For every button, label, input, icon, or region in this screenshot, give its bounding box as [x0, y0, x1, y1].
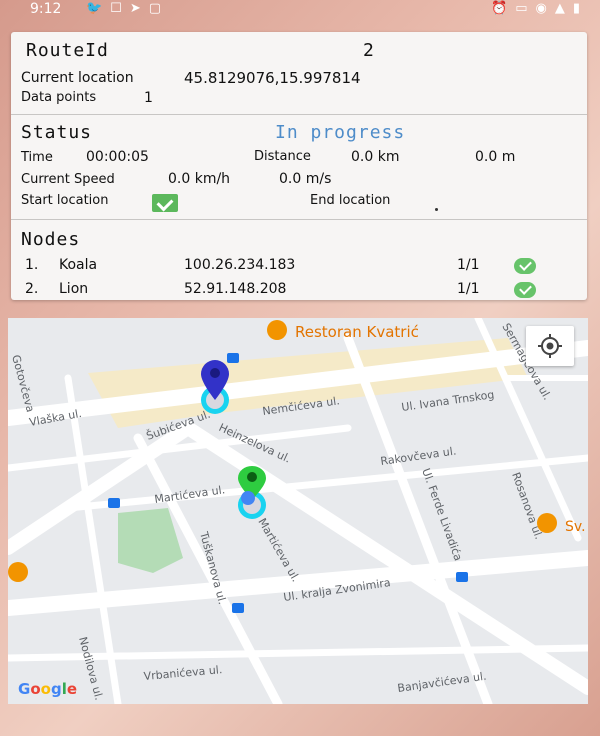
node-1-check-icon — [514, 258, 536, 274]
data-points-label: Data points — [21, 90, 97, 105]
street-vrbaniceva: Vrbanićeva ul. — [143, 663, 223, 683]
current-location-value: 45.8129076,15.997814 — [184, 69, 361, 87]
poi-sv[interactable]: Sv. — [565, 519, 586, 535]
nodes-title: Nodes — [21, 229, 81, 250]
notification-icons: 🐦☐➤▢ — [86, 1, 170, 16]
node-2-name: Lion — [59, 281, 89, 297]
status-state: In progress — [275, 122, 406, 143]
restaurant-icon[interactable] — [267, 320, 287, 340]
time-label: Time — [21, 150, 53, 165]
street-ivana: Ul. Ivana Trnskog — [401, 388, 496, 414]
system-icons: ⏰▭◉▲▮ — [491, 1, 588, 16]
street-banjavciceva: Banjavčićeva ul. — [397, 670, 488, 695]
start-location-label: Start location — [21, 193, 109, 208]
poi-restaurant[interactable]: Restoran Kvatrić — [295, 323, 419, 341]
distance-label: Distance — [254, 149, 311, 164]
restaurant-icon[interactable] — [8, 562, 28, 582]
node-1-num: 1. — [25, 257, 39, 273]
divider — [11, 114, 587, 115]
node-2-check-icon — [514, 282, 536, 298]
shop-icon[interactable] — [456, 572, 468, 582]
map-canvas[interactable]: Restoran Kvatrić Sv. Vlaška ul. Šubićeva… — [8, 318, 588, 704]
node-1-name: Koala — [59, 257, 98, 273]
end-location-label: End location — [310, 193, 391, 208]
distance-m: 0.0 m — [475, 149, 516, 165]
crosshair-icon — [538, 334, 562, 358]
node-2-num: 2. — [25, 281, 39, 297]
divider — [11, 219, 587, 220]
speed-kmh: 0.0 km/h — [168, 171, 231, 187]
data-points-value: 1 — [144, 90, 153, 106]
green-marker-hole — [247, 472, 257, 482]
current-location-label: Current location — [21, 70, 134, 86]
node-1-ratio: 1/1 — [457, 257, 480, 273]
shop-icon[interactable] — [108, 498, 120, 508]
street-nodilova: Nodilova ul. — [76, 635, 105, 701]
street-marticeva-2: Martićeva ul. — [255, 516, 302, 584]
street-rosanova: Rosanova ul. — [509, 471, 545, 542]
route-info-panel: RouteId 2 Current location 45.8129076,15… — [11, 32, 587, 300]
shop-icon[interactable] — [227, 353, 239, 363]
end-status-dot-icon — [435, 208, 438, 211]
route-id-label: RouteId — [26, 40, 109, 61]
node-2-ratio: 1/1 — [457, 281, 480, 297]
status-time: 9:12 — [30, 1, 62, 17]
node-2-ip: 52.91.148.208 — [184, 281, 287, 297]
shop-icon[interactable] — [232, 603, 244, 613]
street-gotovceva: Gotovčeva — [9, 353, 37, 413]
start-check-icon — [152, 194, 178, 212]
status-label: Status — [21, 122, 93, 143]
distance-km: 0.0 km — [351, 149, 400, 165]
status-bar: 9:12 🐦☐➤▢ ⏰▭◉▲▮ — [0, 0, 600, 20]
google-logo: Google — [18, 680, 78, 698]
my-location-button[interactable] — [526, 326, 574, 366]
route-id-value: 2 — [363, 40, 375, 61]
speed-ms: 0.0 m/s — [279, 171, 332, 187]
park-area — [118, 508, 183, 573]
time-value: 00:00:05 — [86, 149, 149, 165]
blue-marker-hole — [210, 368, 220, 378]
map-view[interactable]: Restoran Kvatrić Sv. Vlaška ul. Šubićeva… — [8, 318, 588, 704]
node-1-ip: 100.26.234.183 — [184, 257, 296, 273]
speed-label: Current Speed — [21, 172, 115, 187]
current-location-dot-icon — [241, 491, 255, 505]
